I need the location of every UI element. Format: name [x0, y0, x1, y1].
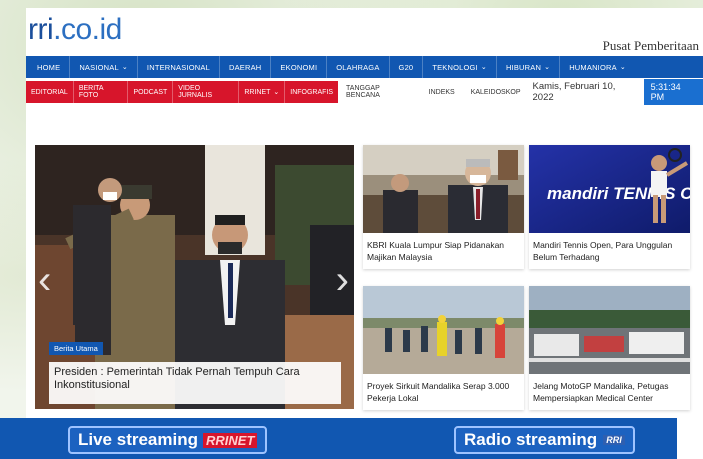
site-logo[interactable]: rri.co.id — [28, 13, 122, 47]
nav-item-infografis[interactable]: INFOGRAFIS — [285, 81, 338, 103]
hero-headline[interactable]: Presiden : Pemerintah Tidak Pernah Tempu… — [49, 362, 341, 404]
nav-item-g20[interactable]: G20 — [390, 56, 424, 78]
news-card-image — [363, 286, 524, 374]
nav-item-editorial[interactable]: EDITORIAL — [26, 81, 74, 103]
chevron-down-icon: ⌄ — [121, 64, 128, 71]
secondary-nav: EDITORIAL BERITA FOTO PODCAST VIDEO JURN… — [26, 79, 703, 105]
nav-item-home[interactable]: HOME — [28, 56, 71, 78]
news-card[interactable]: Jelang MotoGP Mandalika, Petugas Mempers… — [529, 286, 690, 410]
card-image-text: mandiri TENNIS OPEN 20 22 — [547, 184, 690, 203]
live-streaming-button[interactable]: Live streaming RRINET — [68, 426, 268, 454]
rri-brand: RRI — [603, 435, 625, 445]
nav-item-tanggap-bencana[interactable]: TANGGAP BENCANA — [338, 85, 421, 99]
rrinet-brand: RRINET — [203, 432, 258, 448]
nav-item-olahraga[interactable]: OLAHRAGA — [327, 56, 390, 78]
news-card-image: mandiri TENNIS OPEN 20 22 — [529, 145, 690, 233]
news-card-image — [363, 145, 524, 233]
nav-item-video-jurnalis[interactable]: VIDEO JURNALIS — [173, 81, 240, 103]
nav-item-internasional[interactable]: INTERNASIONAL — [138, 56, 220, 78]
nav-item-daerah[interactable]: DAERAH — [220, 56, 272, 78]
slider-next-arrow-icon[interactable]: › — [336, 260, 349, 300]
chevron-down-icon: ⌄ — [273, 89, 280, 96]
news-card[interactable]: Proyek Sirkuit Mandalika Serap 3.000 Pek… — [363, 286, 524, 410]
nav-item-ekonomi[interactable]: EKONOMI — [271, 56, 328, 78]
slider-prev-arrow-icon[interactable]: ‹ — [38, 260, 51, 300]
current-date: Kamis, Februari 10, 2022 — [532, 81, 616, 103]
hero-category-badge[interactable]: Berita Utama — [49, 342, 103, 355]
nav-item-hiburan[interactable]: HIBURAN ⌄ — [497, 56, 561, 78]
nav-item-podcast[interactable]: PODCAST — [128, 81, 174, 103]
secondary-nav-red: EDITORIAL BERITA FOTO PODCAST VIDEO JURN… — [26, 81, 339, 103]
site-tagline: Pusat Pemberitaan — [602, 38, 699, 53]
secondary-nav-plain: TANGGAP BENCANA INDEKS KALEIDOSKOP — [338, 85, 528, 99]
nav-item-teknologi[interactable]: TEKNOLOGI ⌄ — [423, 56, 497, 78]
page-container: rri.co.id Pusat Pemberitaan HOME NASIONA… — [26, 8, 703, 459]
news-card[interactable]: mandiri TENNIS OPEN 20 22 Mandiri Tennis… — [529, 145, 690, 269]
nav-item-berita-foto[interactable]: BERITA FOTO — [74, 81, 129, 103]
chevron-down-icon: ⌄ — [480, 64, 487, 71]
nav-item-indeks[interactable]: INDEKS — [421, 89, 463, 96]
news-card-title[interactable]: KBRI Kuala Lumpur Siap Pidanakan Majikan… — [363, 233, 524, 269]
news-card-image — [529, 286, 690, 374]
radio-streaming-button[interactable]: Radio streaming RRI — [454, 426, 635, 454]
news-card-title[interactable]: Mandiri Tennis Open, Para Unggulan Belum… — [529, 233, 690, 269]
live-streaming-label: Live streaming — [78, 430, 198, 449]
nav-item-humaniora[interactable]: HUMANIORA ⌄ — [560, 56, 635, 78]
nav-item-rrinet[interactable]: RRINET ⌄ — [239, 81, 286, 103]
news-card-title[interactable]: Proyek Sirkuit Mandalika Serap 3.000 Pek… — [363, 374, 524, 410]
current-time: 5:31:34 PM — [643, 79, 703, 105]
chevron-down-icon: ⌄ — [544, 64, 551, 71]
hero-slider[interactable]: ‹ › Berita Utama Presiden : Pemerintah T… — [35, 145, 354, 409]
nav-item-nasional[interactable]: NASIONAL ⌄ — [70, 56, 138, 78]
nav-item-kaleidoskop[interactable]: KALEIDOSKOP — [463, 89, 529, 96]
primary-nav: HOME NASIONAL ⌄ INTERNASIONAL DAERAH EKON… — [26, 56, 703, 78]
chevron-down-icon: ⌄ — [619, 64, 626, 71]
news-card-title[interactable]: Jelang MotoGP Mandalika, Petugas Mempers… — [529, 374, 690, 410]
news-card[interactable]: KBRI Kuala Lumpur Siap Pidanakan Majikan… — [363, 145, 524, 269]
radio-streaming-label: Radio streaming — [464, 430, 598, 449]
